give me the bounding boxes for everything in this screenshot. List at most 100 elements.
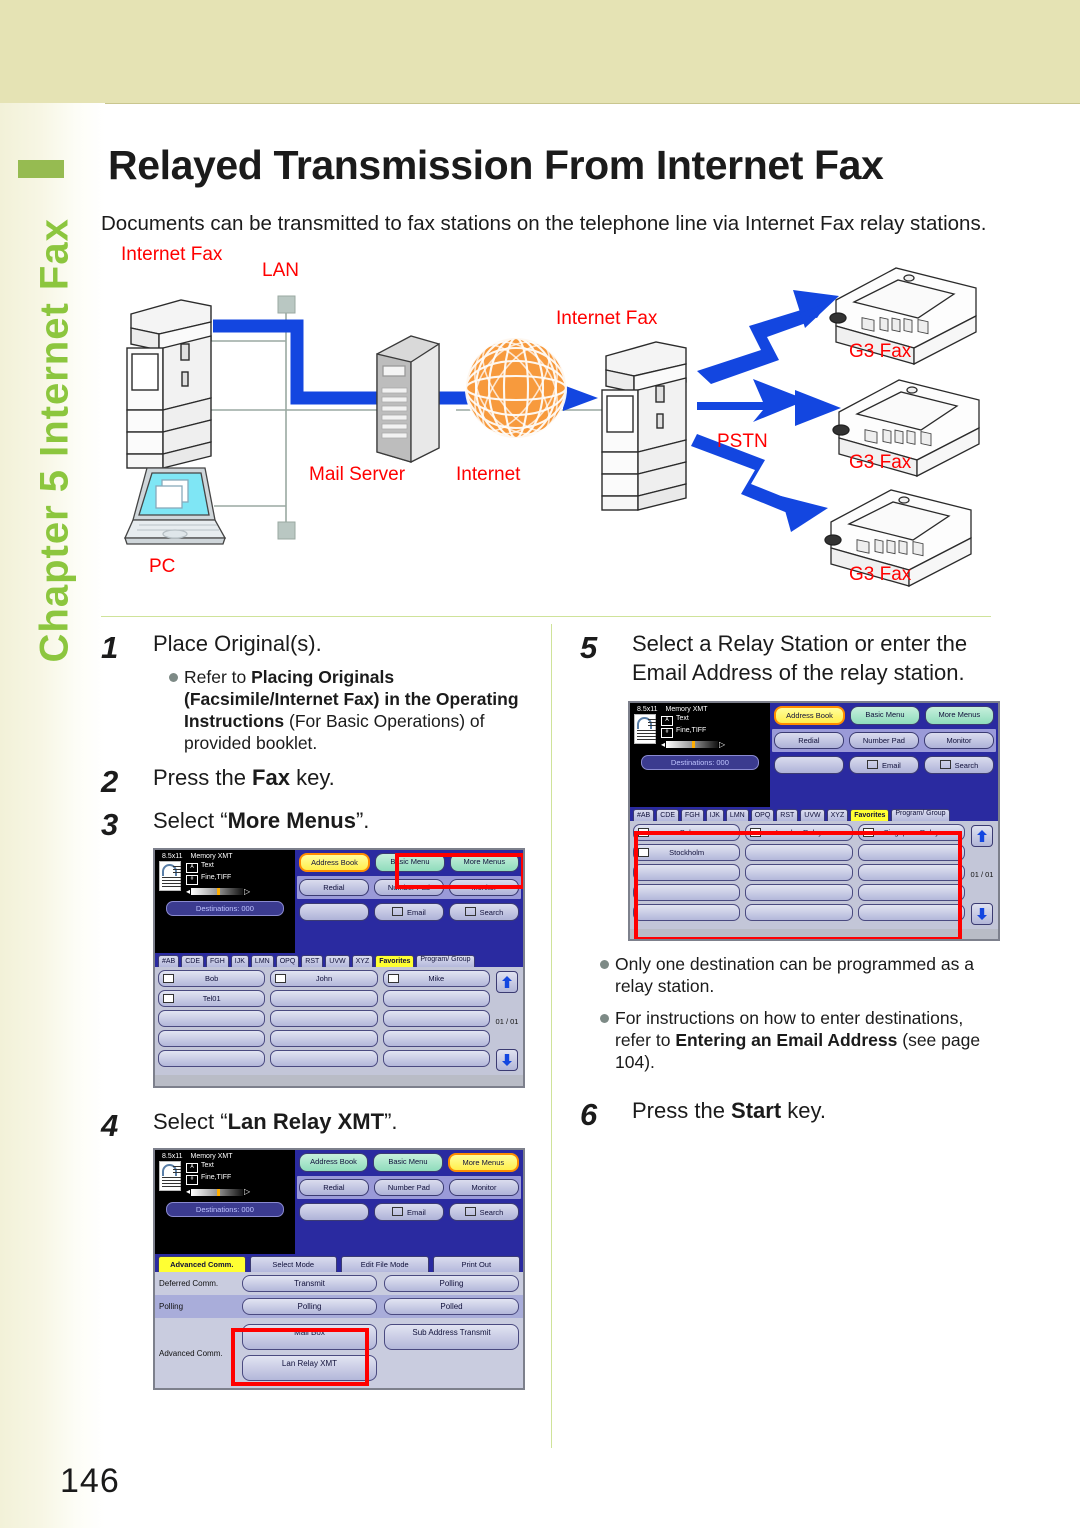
lcd-screenshot-step-3[interactable]: 8.5x11 Memory XMT A Text # Fine,TIFF ◂ ▷… (153, 847, 525, 1088)
lcd-alpha-tabs-3: #AB CDE FGH IJK LMN OPQ RST UVW XYZ Favo… (155, 953, 523, 968)
more-menus-button[interactable]: More Menus (447, 1153, 519, 1173)
tab-opq[interactable]: OPQ (275, 955, 300, 968)
destination-button-empty[interactable] (270, 1010, 378, 1028)
destination-button-empty[interactable] (382, 1050, 490, 1068)
destination-button-empty[interactable] (745, 844, 853, 862)
tab-xyz[interactable]: XYZ (826, 809, 849, 822)
address-book-button[interactable]: Address Book (773, 706, 846, 726)
destination-button-empty[interactable] (158, 1010, 266, 1028)
destination-button-empty[interactable] (745, 864, 853, 882)
destination-button-empty[interactable] (382, 990, 490, 1008)
destination-button-empty[interactable] (633, 904, 741, 922)
destination-button[interactable]: Stockholm (633, 844, 741, 862)
tab-uvw[interactable]: UVW (325, 955, 350, 968)
destination-button[interactable]: Mike (382, 970, 490, 988)
tab-select-mode[interactable]: Select Mode (249, 1256, 337, 1273)
density-slider[interactable]: ◂ ▷ (186, 886, 250, 898)
search-button[interactable]: Search (923, 756, 995, 775)
monitor-button[interactable]: Monitor (448, 878, 520, 896)
tab-fgh[interactable]: FGH (681, 809, 704, 822)
number-pad-button[interactable]: Number Pad (373, 1179, 444, 1197)
destination-button-empty[interactable] (857, 884, 965, 902)
tab-uvw[interactable]: UVW (800, 809, 825, 822)
destination-button-empty[interactable] (158, 1050, 266, 1068)
scroll-down-button[interactable] (971, 903, 993, 926)
monitor-button[interactable]: Monitor (448, 1179, 520, 1197)
transmit-button[interactable]: Transmit (242, 1275, 377, 1293)
tab-ijk[interactable]: IJK (705, 809, 724, 822)
tab-fgh[interactable]: FGH (206, 955, 229, 968)
more-menus-button[interactable]: More Menus (924, 706, 994, 726)
redial-button[interactable]: Redial (298, 1179, 369, 1197)
destination-button-empty[interactable] (382, 1030, 490, 1048)
destination-button[interactable]: Bob (158, 970, 266, 988)
destination-button-empty[interactable] (270, 990, 378, 1008)
destination-button[interactable]: Tel01 (158, 990, 266, 1008)
tab-cde[interactable]: CDE (181, 955, 205, 968)
email-button[interactable]: Email (373, 902, 444, 921)
density-slider[interactable]: ◂ ▷ (186, 1186, 250, 1198)
email-button[interactable]: Email (848, 756, 919, 775)
destination-button-empty[interactable] (382, 1010, 490, 1028)
destination-button[interactable]: London Relay (745, 824, 853, 842)
destination-button[interactable]: John (270, 970, 378, 988)
address-book-button[interactable]: Address Book (298, 852, 371, 872)
email-button-label: Email (882, 761, 901, 771)
more-menus-button[interactable]: More Menus (449, 852, 519, 872)
lcd-screenshot-step-5[interactable]: 8.5x11 Memory XMT A Text # Fine,TIFF ◂ ▷… (628, 701, 1000, 942)
tab-favorites[interactable]: Favorites (850, 809, 890, 822)
tab-program-group[interactable]: Program/ Group (416, 955, 475, 968)
destination-button-empty[interactable] (857, 844, 965, 862)
number-pad-button[interactable]: Number Pad (848, 732, 919, 750)
sub-address-transmit-button[interactable]: Sub Address Transmit (384, 1324, 519, 1351)
lan-relay-xmt-button[interactable]: Lan Relay XMT (242, 1355, 377, 1382)
tab-favorites[interactable]: Favorites (375, 955, 415, 968)
lcd-screenshot-step-4[interactable]: 8.5x11 Memory XMT A Text # Fine,TIFF ◂ ▷… (153, 1148, 525, 1391)
monitor-button[interactable]: Monitor (923, 732, 995, 750)
tab-advanced-comm[interactable]: Advanced Comm. (158, 1256, 246, 1273)
tab-xyz[interactable]: XYZ (351, 955, 374, 968)
polling-button[interactable]: Polling (242, 1298, 377, 1316)
basic-menu-button[interactable]: Basic Menu (850, 706, 920, 726)
tab-lmn[interactable]: LMN (725, 809, 749, 822)
destination-button-empty[interactable] (158, 1030, 266, 1048)
destination-button-empty[interactable] (745, 884, 853, 902)
destination-button-empty[interactable] (857, 864, 965, 882)
tab-rst[interactable]: RST (776, 809, 799, 822)
destination-button-empty[interactable] (633, 864, 741, 882)
tab-program-group[interactable]: Program/ Group (891, 809, 950, 822)
tab-rst[interactable]: RST (301, 955, 324, 968)
resolution-icon: # (186, 874, 198, 885)
tab-ijk[interactable]: IJK (230, 955, 249, 968)
tab-ab[interactable]: #AB (158, 955, 180, 968)
destination-button-empty[interactable] (270, 1050, 378, 1068)
address-book-button[interactable]: Address Book (298, 1153, 369, 1173)
redial-button[interactable]: Redial (773, 732, 844, 750)
destination-button-empty[interactable] (270, 1030, 378, 1048)
tab-edit-file-mode[interactable]: Edit File Mode (341, 1256, 429, 1273)
scroll-down-button[interactable] (496, 1049, 518, 1072)
tab-opq[interactable]: OPQ (750, 809, 775, 822)
polled-button[interactable]: Polled (384, 1298, 519, 1316)
polling-button[interactable]: Polling (384, 1275, 519, 1293)
destination-button-empty[interactable] (633, 884, 741, 902)
scroll-up-button[interactable] (496, 971, 518, 994)
search-button[interactable]: Search (448, 902, 520, 921)
tab-lmn[interactable]: LMN (250, 955, 274, 968)
basic-menu-button[interactable]: Basic Menu (373, 1153, 443, 1173)
basic-menu-button[interactable]: Basic Menu (375, 852, 445, 872)
tab-print-out[interactable]: Print Out (432, 1256, 520, 1273)
tab-ab[interactable]: #AB (633, 809, 655, 822)
destination-button-empty[interactable] (745, 904, 853, 922)
density-slider[interactable]: ◂ ▷ (661, 739, 725, 751)
mail-box-button[interactable]: Mail Box (242, 1324, 377, 1351)
email-button[interactable]: Email (373, 1203, 444, 1222)
redial-button[interactable]: Redial (298, 878, 369, 896)
number-pad-button[interactable]: Number Pad (373, 878, 444, 896)
destination-button-empty[interactable] (857, 904, 965, 922)
destination-button[interactable]: Singapore Relay (857, 824, 965, 842)
tab-cde[interactable]: CDE (656, 809, 680, 822)
scroll-up-button[interactable] (971, 825, 993, 848)
search-button[interactable]: Search (448, 1203, 520, 1222)
destination-button[interactable]: Bob (633, 824, 741, 842)
